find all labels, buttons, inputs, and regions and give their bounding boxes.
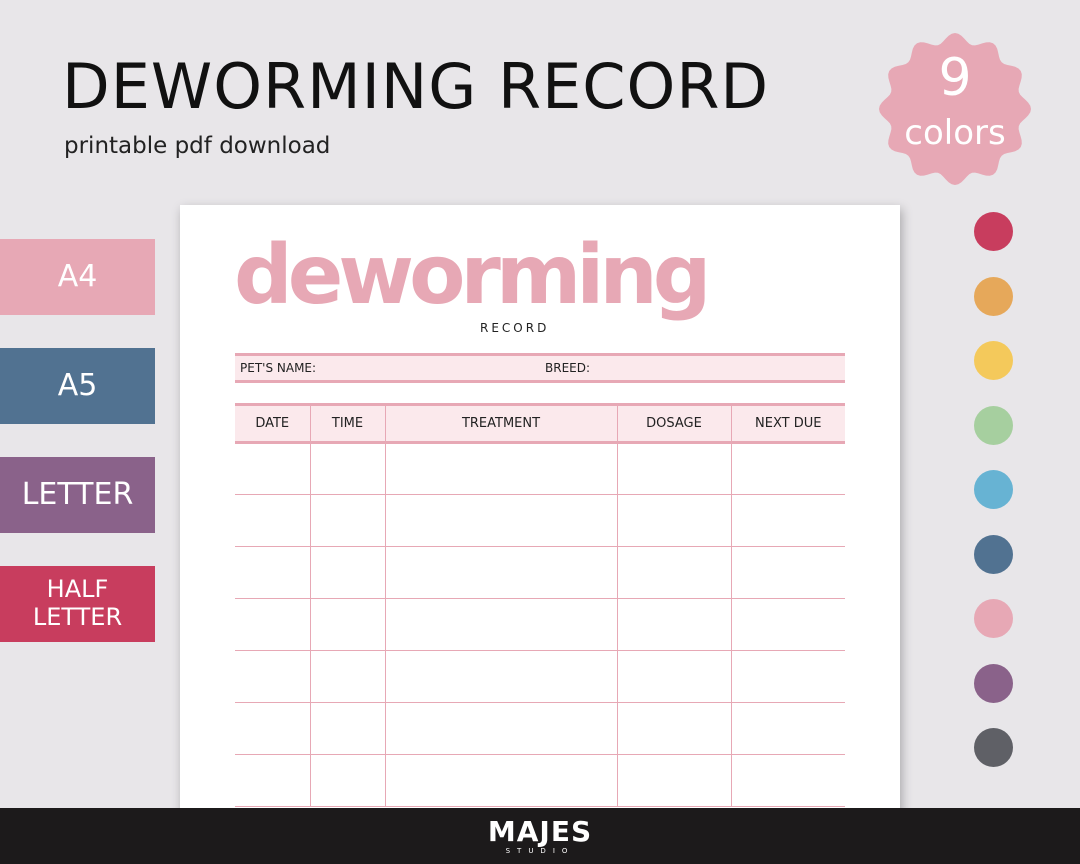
table-row [235,598,845,651]
breed-label: BREED: [545,361,591,375]
column-header-time: TIME [309,403,385,444]
column-header-next-due: NEXT DUE [730,403,845,444]
page-subtitle: printable pdf download [64,133,331,159]
table-cell [616,546,731,599]
table-cell [616,702,731,755]
table-cell [730,546,845,599]
table-cell [384,442,617,495]
table-header-row: DATE TIME TREATMENT DOSAGE NEXT DUE [235,403,845,444]
table-cell [235,702,310,755]
size-tab-label-line1: HALF [46,575,109,604]
table-cell [616,650,731,703]
column-header-date: DATE [235,403,310,444]
size-tab-a5: A5 [0,348,155,424]
document-title: deworming [234,228,711,323]
pet-name-label: PET'S NAME: [240,361,317,375]
table-cell [730,702,845,755]
size-tab-label: A4 [57,258,98,294]
badge-number: 9 [938,48,972,108]
table-cell [616,494,731,547]
pet-info-bar: PET'S NAME: BREED: [235,353,845,383]
table-cell [616,442,731,495]
color-swatch-orange [974,276,1013,316]
size-tab-label: A5 [57,367,98,403]
color-swatch-pink [974,599,1013,638]
table-row [235,754,845,807]
table-cell [309,650,385,703]
brand-logo: MAJES [487,815,593,848]
table-cell [309,442,385,495]
column-header-treatment: TREATMENT [384,403,617,444]
table-row [235,442,845,495]
record-table: DATE TIME TREATMENT DOSAGE NEXT DUE [235,403,845,807]
color-swatch-sky-blue [974,470,1013,509]
table-row [235,702,845,755]
size-tab-letter: LETTER [0,457,155,533]
table-cell [235,494,310,547]
table-cell [235,546,310,599]
footer-bar: MAJES STUDIO [0,808,1080,864]
table-cell [384,650,617,703]
table-cell [730,494,845,547]
table-cell [384,598,617,651]
table-cell [730,650,845,703]
color-swatch-crimson [974,212,1013,251]
color-swatch-slate-blue [974,534,1013,574]
table-cell [616,598,731,651]
table-cell [309,754,385,807]
table-row [235,546,845,599]
table-cell [235,442,310,495]
size-tab-label: LETTER [21,476,134,512]
page-title: DEWORMING RECORD [62,50,770,123]
table-cell [384,494,617,547]
size-tab-a4: A4 [0,239,155,315]
size-tab-label-line2: LETTER [32,603,123,631]
table-cell [309,598,385,651]
colors-badge: 9 colors [878,32,1032,186]
table-cell [730,598,845,651]
table-row [235,650,845,703]
table-cell [384,546,617,599]
size-tab-half-letter: HALF LETTER [0,566,155,642]
color-swatch-purple [974,663,1013,703]
column-header-dosage: DOSAGE [616,403,731,444]
color-swatch-gray [974,728,1013,767]
table-cell [730,442,845,495]
table-cell [235,754,310,807]
table-cell [616,754,731,807]
table-cell [384,702,617,755]
table-cell [384,754,617,807]
table-cell [309,702,385,755]
table-cell [309,546,385,599]
brand-subtitle: STUDIO [505,847,575,855]
color-swatch-yellow [974,341,1013,380]
document-preview: deworming RECORD PET'S NAME: BREED: DATE… [180,205,900,825]
badge-word: colors [904,113,1006,153]
table-cell [309,494,385,547]
document-subtitle: RECORD [480,321,550,335]
table-cell [730,754,845,807]
table-cell [235,650,310,703]
table-cell [235,598,310,651]
color-swatch-green [974,405,1013,445]
table-row [235,494,845,547]
